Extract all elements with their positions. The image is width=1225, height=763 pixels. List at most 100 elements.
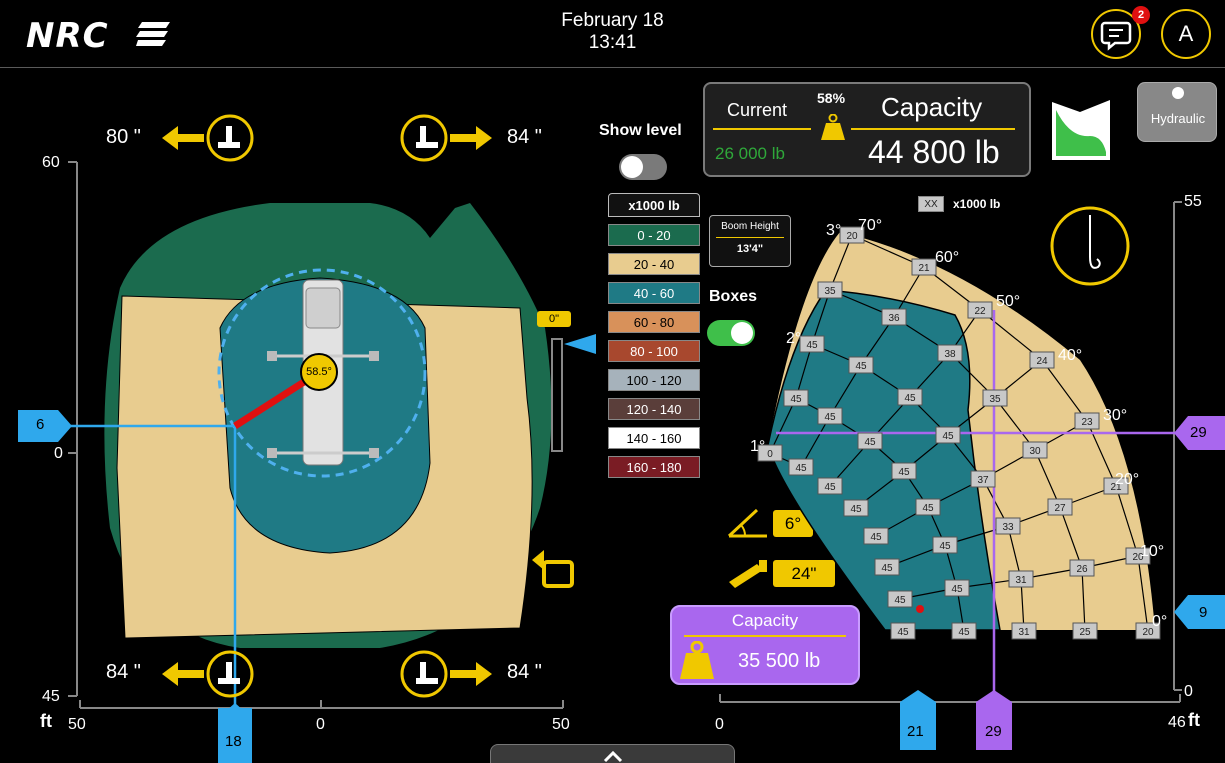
svg-text:23: 23	[1081, 417, 1093, 428]
load-value-box: 35	[817, 281, 843, 299]
load-value-box: 45	[887, 590, 913, 608]
load-value-box: 45	[951, 622, 977, 640]
user-avatar-button[interactable]: A	[1161, 9, 1211, 59]
boom-angle-label: 50°	[996, 293, 1020, 310]
right-x-marker-value: 29	[985, 723, 1002, 740]
load-value-box: 45	[788, 458, 814, 476]
show-level-label: Show level	[599, 122, 682, 139]
current-label: Current	[727, 100, 788, 120]
load-value-box: 45	[897, 388, 923, 406]
load-value-box: 37	[970, 470, 996, 488]
svg-text:21: 21	[918, 263, 930, 274]
load-value-box: 45	[817, 477, 843, 495]
chevron-up-icon	[603, 751, 623, 763]
hydraulic-button[interactable]: Hydraulic	[1137, 82, 1217, 142]
load-value-box: 45	[863, 527, 889, 545]
svg-text:45: 45	[904, 393, 916, 404]
svg-text:45: 45	[864, 437, 876, 448]
right-y-low-marker-value: 9	[1199, 604, 1208, 621]
left-y-marker	[18, 410, 72, 442]
svg-text:22: 22	[974, 306, 986, 317]
svg-text:33: 33	[1002, 522, 1014, 533]
svg-text:36: 36	[888, 313, 900, 324]
load-value-box: 30	[1022, 441, 1048, 459]
boom-angle-label: 2°	[786, 330, 801, 347]
svg-text:20: 20	[846, 231, 858, 242]
svg-text:45: 45	[806, 340, 818, 351]
svg-text:25: 25	[1079, 627, 1091, 638]
boom-angle-label: 60°	[935, 249, 959, 266]
svg-text:35: 35	[989, 394, 1001, 405]
capacity-label: Capacity	[881, 92, 983, 122]
messages-badge: 2	[1132, 6, 1150, 24]
right-unit-label: ft	[1188, 710, 1200, 730]
load-value-box: 36	[881, 308, 907, 326]
load-value-box: 25	[1072, 622, 1098, 640]
bottom-drawer-handle[interactable]	[490, 744, 735, 763]
svg-text:45: 45	[951, 584, 963, 595]
svg-text:45: 45	[870, 532, 882, 543]
boom-angle-label: 0°	[1152, 613, 1167, 630]
outrigger-rear-right-icon[interactable]	[398, 650, 494, 698]
right-x-low-marker-value: 21	[907, 723, 924, 740]
time-label: 13:41	[588, 32, 637, 53]
load-value-box: 26	[1069, 559, 1095, 577]
right-x-low-marker	[900, 690, 936, 750]
svg-text:27: 27	[1054, 503, 1066, 514]
level-pointer-icon	[564, 334, 596, 354]
load-chart-icon[interactable]	[1050, 98, 1112, 162]
svg-text:45: 45	[881, 563, 893, 574]
load-value-box: 24	[1029, 351, 1055, 369]
left-x-mid-label: 0	[316, 716, 325, 733]
avatar-initial: A	[1178, 21, 1194, 46]
left-x-right-label: 50	[552, 716, 570, 733]
outrigger-rear-left-icon[interactable]	[160, 650, 256, 698]
load-weight-icon	[821, 114, 845, 140]
load-value-box: 27	[1047, 498, 1073, 516]
outrigger-rear-right-value: 84 "	[507, 661, 542, 683]
level-bar	[551, 338, 563, 452]
date-time: February 18 13:41	[500, 10, 725, 54]
load-value-box: 45	[935, 426, 961, 444]
legend-item: 100 - 120	[608, 369, 700, 391]
load-value-box: 45	[890, 622, 916, 640]
legend-item: 160 - 180	[608, 456, 700, 478]
legend-item: 40 - 60	[608, 282, 700, 304]
boom-angle-label: 70°	[858, 217, 882, 234]
load-value-box: 22	[967, 301, 993, 319]
svg-text:45: 45	[850, 504, 862, 515]
left-x-marker-value: 18	[225, 733, 242, 750]
outrigger-front-right-icon[interactable]	[398, 114, 494, 162]
load-value-box: 45	[857, 432, 883, 450]
top-view-plot	[18, 161, 564, 763]
show-level-toggle[interactable]	[619, 154, 667, 180]
right-y-bottom-label: 0	[1184, 683, 1193, 700]
svg-text:45: 45	[922, 503, 934, 514]
load-value-box: 38	[937, 344, 963, 362]
svg-text:38: 38	[944, 349, 956, 360]
svg-text:37: 37	[977, 475, 989, 486]
legend-item: 140 - 160	[608, 427, 700, 449]
swing-angle-badge: 58.5°	[300, 353, 338, 391]
load-value-box: 45	[932, 536, 958, 554]
svg-text:26: 26	[1076, 564, 1088, 575]
load-value-box: 45	[874, 558, 900, 576]
outrigger-rear-left-value: 84 "	[106, 661, 141, 683]
load-value-box: 45	[915, 498, 941, 516]
svg-text:24: 24	[1036, 356, 1048, 367]
date-label: February 18	[561, 10, 664, 31]
right-x-marker	[976, 690, 1012, 750]
svg-text:45: 45	[894, 595, 906, 606]
outrigger-front-left-icon[interactable]	[160, 114, 256, 162]
boom-angle-label: 3°	[826, 222, 841, 239]
boom-angle-label: 40°	[1058, 347, 1082, 364]
left-unit-label: ft	[40, 711, 52, 731]
rotate-view-icon[interactable]	[530, 550, 576, 590]
left-y-bottom-label: 45	[42, 688, 60, 705]
left-y-top-label: 60	[42, 154, 60, 171]
load-value-box: 31	[1011, 622, 1037, 640]
svg-text:45: 45	[795, 463, 807, 474]
svg-text:45: 45	[790, 394, 802, 405]
capacity-value: 44 800 lb	[868, 134, 1000, 170]
svg-text:45: 45	[824, 482, 836, 493]
